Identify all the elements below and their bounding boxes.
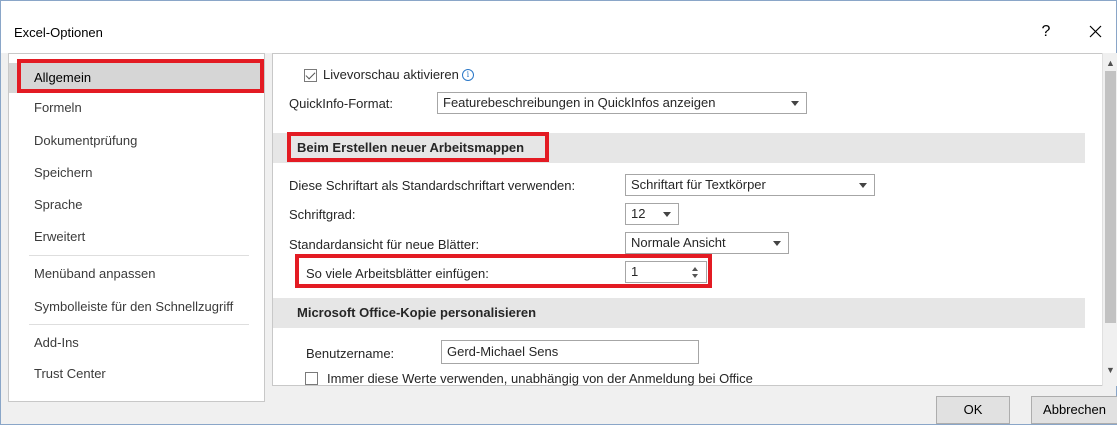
default-font-label: Diese Schriftart als Standardschriftart … [289,178,576,193]
section-header-personalize: Microsoft Office-Kopie personalisieren [273,298,1085,328]
live-preview-row: Livevorschau aktivieren i [323,67,474,82]
quickinfo-label: QuickInfo-Format: [289,96,394,111]
sidebar-item-add-ins[interactable]: Add-Ins [9,328,264,358]
font-size-label: Schriftgrad: [289,207,356,222]
sidebar-item-speichern[interactable]: Speichern [9,158,264,188]
title-bar: Excel-Optionen ? [1,1,1116,53]
sidebar-divider [29,324,249,325]
sidebar-item-erweitert[interactable]: Erweitert [9,222,264,252]
font-size-value: 12 [631,206,646,221]
scroll-up-icon[interactable]: ▲ [1106,58,1115,68]
spin-up-icon[interactable] [692,267,698,271]
chevron-down-icon [791,101,799,106]
sidebar-item-allgemein[interactable]: Allgemein [9,63,264,93]
cancel-button[interactable]: Abbrechen [1031,396,1117,424]
default-view-label: Standardansicht für neue Blätter: [289,237,480,252]
sidebar-item-schnellzugriff[interactable]: Symbolleiste für den Schnellzugriff [9,292,264,322]
close-icon [1089,25,1101,38]
sheet-count-value: 1 [631,264,639,279]
default-view-value: Normale Ansicht [631,235,726,250]
default-font-dropdown[interactable]: Schriftart für Textkörper [625,174,875,196]
help-button[interactable]: ? [1031,17,1061,47]
sheet-count-spinner[interactable]: 1 [625,261,707,283]
sheet-count-label: So viele Arbeitsblätter einfügen: [306,266,489,281]
sidebar-item-menueband[interactable]: Menüband anpassen [9,259,264,289]
section-header-new-workbook: Beim Erstellen neuer Arbeitsmappen [273,133,1085,163]
sidebar-item-trust-center[interactable]: Trust Center [9,359,264,389]
ok-button[interactable]: OK [936,396,1010,424]
default-view-dropdown[interactable]: Normale Ansicht [625,232,789,254]
sidebar-divider [29,255,249,256]
close-button[interactable] [1078,17,1112,47]
username-input[interactable]: Gerd-Michael Sens [441,340,699,364]
live-preview-checkbox[interactable] [304,69,317,82]
spin-down-icon[interactable] [692,274,698,278]
sidebar-item-formeln[interactable]: Formeln [9,93,264,123]
chevron-down-icon [773,241,781,246]
options-sidebar: Allgemein Formeln Dokumentprüfung Speich… [8,53,265,402]
options-dialog: Excel-Optionen ? Allgemein Formeln Dokum… [0,0,1117,425]
sidebar-item-dokumentpruefung[interactable]: Dokumentprüfung [9,126,264,156]
vertical-scrollbar[interactable]: ▲ ▼ [1102,53,1117,386]
live-preview-label: Livevorschau aktivieren [323,67,459,82]
scroll-down-icon[interactable]: ▼ [1106,365,1115,375]
info-icon: i [461,69,474,81]
chevron-down-icon [663,212,671,217]
sidebar-item-sprache[interactable]: Sprache [9,190,264,220]
always-use-checkbox[interactable] [305,372,318,385]
default-font-value: Schriftart für Textkörper [631,177,766,192]
username-label: Benutzername: [306,346,395,361]
scroll-thumb[interactable] [1105,71,1116,323]
quickinfo-dropdown[interactable]: Featurebeschreibungen in QuickInfos anze… [437,92,807,114]
dialog-title: Excel-Optionen [14,25,103,40]
chevron-down-icon [859,183,867,188]
always-use-label: Immer diese Werte verwenden, unabhängig … [327,371,753,386]
font-size-dropdown[interactable]: 12 [625,203,679,225]
quickinfo-value: Featurebeschreibungen in QuickInfos anze… [443,95,716,110]
